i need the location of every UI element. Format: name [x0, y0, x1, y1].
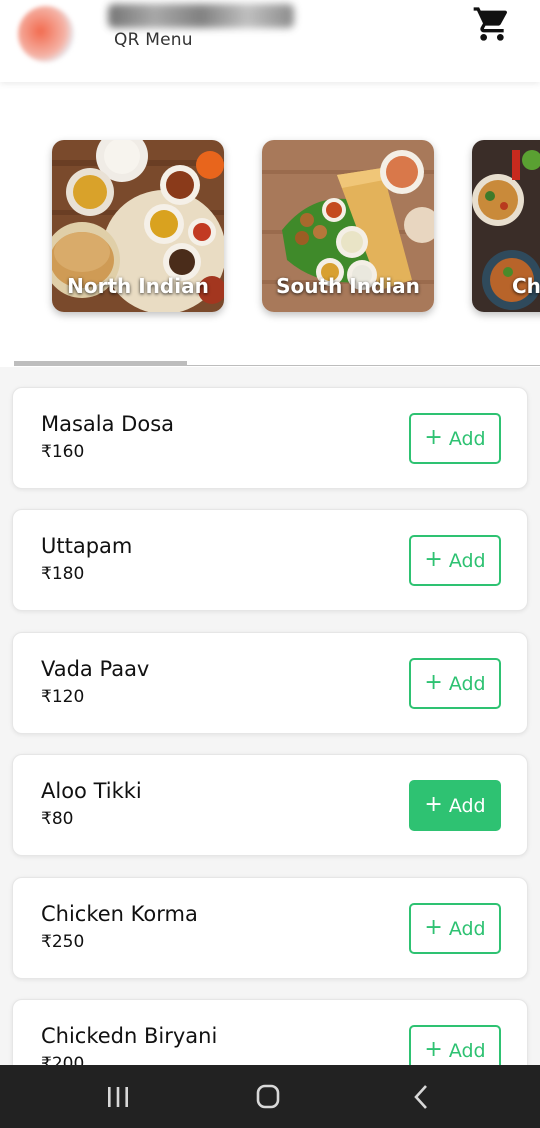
add-button[interactable]: + Add: [409, 535, 501, 586]
menu-item: Chickedn Biryani ₹200 + Add: [12, 999, 528, 1065]
add-button[interactable]: + Add: [409, 780, 501, 831]
item-price: ₹200: [41, 1054, 85, 1065]
add-button[interactable]: + Add: [409, 658, 501, 709]
back-icon[interactable]: [400, 1079, 440, 1115]
item-price: ₹160: [41, 442, 85, 462]
restaurant-name-blurred: [108, 4, 294, 28]
item-price: ₹180: [41, 564, 85, 584]
item-name: Chickedn Biryani: [41, 1024, 218, 1048]
category-card-south-indian[interactable]: South Indian: [262, 140, 434, 312]
menu-item: Uttapam ₹180 + Add: [12, 509, 528, 611]
system-navigation-bar: [0, 1065, 540, 1128]
plus-icon: +: [424, 669, 443, 695]
plus-icon: +: [424, 424, 443, 450]
carousel-scroll-indicator[interactable]: [14, 361, 187, 366]
header-subtitle: QR Menu: [114, 30, 193, 50]
plus-icon: +: [424, 914, 443, 940]
category-label: Ch: [512, 274, 540, 298]
menu-item: Aloo Tikki ₹80 + Add: [12, 754, 528, 856]
category-carousel[interactable]: North Indian South Indian Ch: [0, 82, 540, 367]
category-label: North Indian: [67, 274, 209, 298]
add-label: Add: [448, 917, 486, 940]
item-price: ₹250: [41, 932, 85, 952]
category-card-north-indian[interactable]: North Indian: [52, 140, 224, 312]
item-price: ₹80: [41, 809, 74, 829]
add-label: Add: [448, 672, 486, 695]
add-label: Add: [448, 1039, 486, 1062]
menu-item: Vada Paav ₹120 + Add: [12, 632, 528, 734]
item-name: Chicken Korma: [41, 902, 198, 926]
menu-item: Chicken Korma ₹250 + Add: [12, 877, 528, 979]
category-card-chinese[interactable]: Ch: [472, 140, 540, 312]
item-price: ₹120: [41, 687, 85, 707]
item-name: Masala Dosa: [41, 412, 175, 436]
add-button[interactable]: + Add: [409, 413, 501, 464]
category-label: South Indian: [276, 274, 420, 298]
add-label: Add: [448, 794, 486, 817]
item-name: Aloo Tikki: [41, 779, 142, 803]
item-name: Vada Paav: [41, 657, 150, 681]
shopping-cart-icon[interactable]: [472, 4, 512, 44]
plus-icon: +: [424, 791, 443, 817]
plus-icon: +: [424, 1036, 443, 1062]
recent-apps-icon[interactable]: [98, 1079, 138, 1115]
home-icon[interactable]: [248, 1079, 288, 1115]
menu-item: Masala Dosa ₹160 + Add: [12, 387, 528, 489]
add-button[interactable]: + Add: [409, 1025, 501, 1065]
plus-icon: +: [424, 546, 443, 572]
app-header: QR Menu: [0, 0, 540, 82]
item-name: Uttapam: [41, 534, 133, 558]
add-label: Add: [448, 427, 486, 450]
menu-item-list[interactable]: Masala Dosa ₹160 + Add Uttapam ₹180 + Ad…: [0, 367, 540, 1065]
add-label: Add: [448, 549, 486, 572]
add-button[interactable]: + Add: [409, 903, 501, 954]
restaurant-logo: [18, 6, 74, 62]
